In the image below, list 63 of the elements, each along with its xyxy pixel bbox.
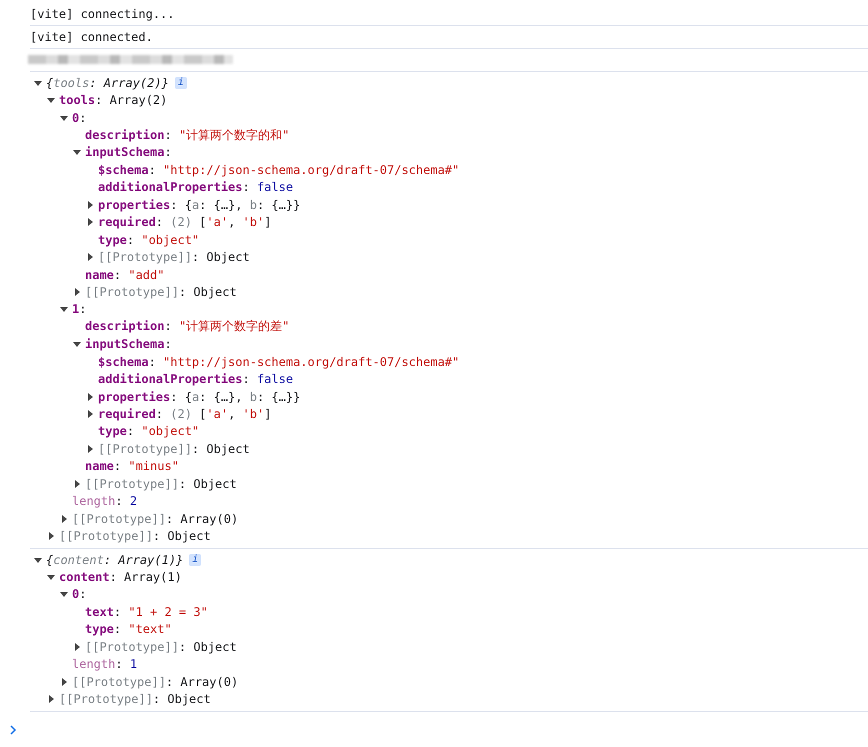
expand-arrow-icon[interactable]	[73, 642, 81, 651]
property-line: tools: Array(2)	[59, 93, 168, 108]
expand-arrow-icon[interactable]	[73, 480, 81, 488]
expand-arrow-icon[interactable]	[60, 114, 68, 122]
expand-arrow-icon[interactable]	[60, 305, 68, 314]
property-line: [[Prototype]]: Object	[85, 284, 237, 299]
prompt-chevron-icon	[10, 724, 17, 735]
expand-arrow-icon[interactable]	[86, 444, 94, 453]
expand-arrow-icon[interactable]	[73, 288, 81, 296]
expand-arrow-icon[interactable]	[73, 148, 81, 156]
property-line: type: "object"	[98, 424, 200, 438]
expand-arrow-icon[interactable]	[47, 695, 55, 704]
property-line: [[Prototype]]: Object	[85, 640, 237, 654]
property-line: [[Prototype]]: Array(0)	[72, 512, 238, 526]
property-line: type: "text"	[85, 622, 172, 636]
property-line: required: (2) ['a', 'b']	[98, 407, 272, 422]
property-line: [[Prototype]]: Object	[98, 442, 250, 456]
expand-arrow-icon[interactable]	[47, 572, 55, 581]
property-line: [[Prototype]]: Object	[59, 692, 211, 706]
info-badge[interactable]: i	[174, 76, 187, 89]
log-message: [vite] connecting...	[30, 6, 174, 20]
property-line: description: "计算两个数字的差"	[85, 318, 290, 336]
property-line: inputSchema:	[85, 337, 172, 352]
expand-arrow-icon[interactable]	[86, 392, 94, 401]
property-line: [[Prototype]]: Object	[59, 529, 211, 544]
expand-arrow-icon[interactable]	[60, 678, 68, 686]
property-line: length: 1	[72, 657, 138, 672]
property-line: $schema: "http://json-schema.org/draft-07/schema#"	[98, 354, 460, 369]
property-line: type: "object"	[98, 232, 200, 247]
property-line: properties: {a: {…}, b: {…}}	[98, 198, 300, 212]
expand-arrow-icon[interactable]	[86, 218, 94, 226]
expand-arrow-icon[interactable]	[73, 340, 81, 348]
property-line: description: "计算两个数字的和"	[85, 126, 290, 144]
expand-arrow-icon[interactable]	[47, 532, 55, 540]
property-line: length: 2	[72, 494, 138, 508]
property-line: 0:	[72, 587, 86, 602]
expand-arrow-icon[interactable]	[60, 590, 68, 598]
property-line: required: (2) ['a', 'b']	[98, 215, 272, 230]
log-message: [vite] connected.	[30, 30, 153, 44]
expand-arrow-icon[interactable]	[47, 96, 55, 104]
property-line: text: "1 + 2 = 3"	[85, 604, 208, 619]
expand-arrow-icon[interactable]	[34, 78, 42, 87]
property-line: inputSchema:	[85, 145, 172, 160]
property-line: 0:	[72, 110, 86, 125]
property-line: properties: {a: {…}, b: {…}}	[98, 390, 300, 404]
property-line: [[Prototype]]: Object	[85, 476, 237, 491]
expand-arrow-icon[interactable]	[60, 514, 68, 523]
property-line: additionalProperties: false	[98, 372, 294, 386]
expand-arrow-icon[interactable]	[86, 200, 94, 209]
property-line: [[Prototype]]: Array(0)	[72, 674, 238, 689]
property-line: name: "minus"	[85, 459, 179, 474]
info-badge[interactable]: i	[189, 554, 202, 566]
expand-arrow-icon[interactable]	[86, 410, 94, 418]
property-line: [[Prototype]]: Object	[98, 250, 250, 264]
property-line: $schema: "http://json-schema.org/draft-07/schema#"	[98, 162, 460, 177]
object-summary: {content: Array(1)}	[46, 552, 184, 567]
property-line: additionalProperties: false	[98, 180, 294, 194]
property-line: name: "add"	[85, 268, 164, 282]
property-line: content: Array(1)	[59, 570, 182, 584]
expand-arrow-icon[interactable]	[34, 556, 42, 564]
object-summary: {tools: Array(2)}	[46, 76, 169, 90]
expand-arrow-icon[interactable]	[86, 253, 94, 262]
property-line: 1:	[72, 302, 86, 316]
